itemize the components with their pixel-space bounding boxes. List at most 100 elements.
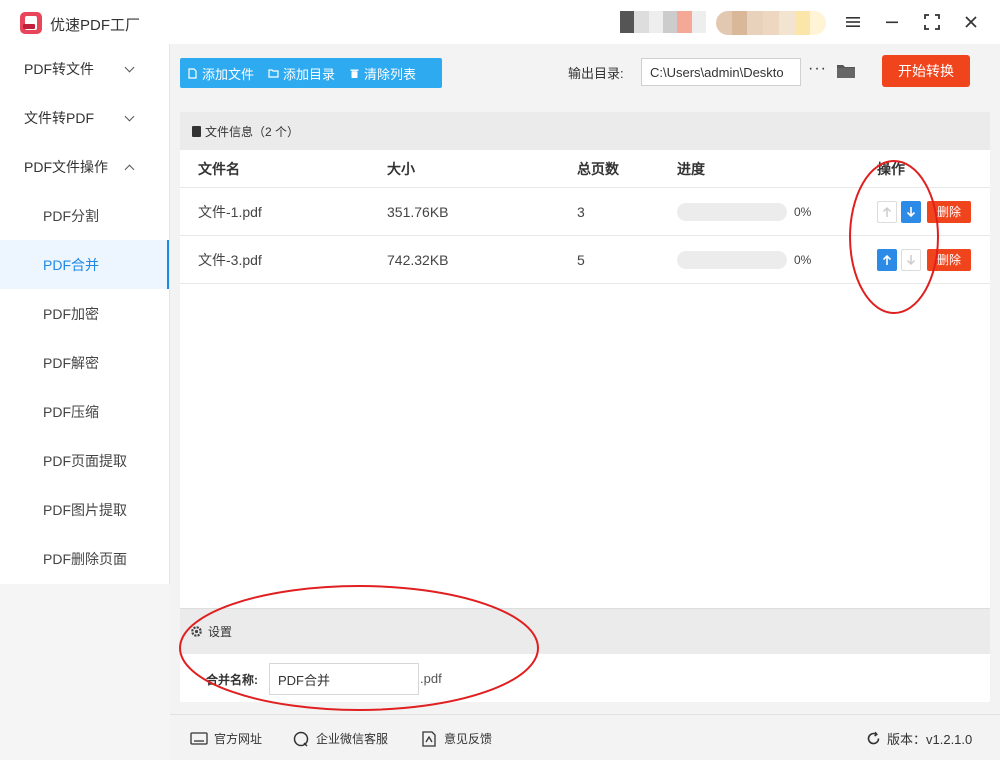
- refresh-icon: [867, 731, 880, 745]
- sidebar-group-pdf-ops[interactable]: PDF文件操作: [0, 142, 169, 191]
- move-down-button[interactable]: [901, 248, 921, 271]
- main-area: 添加文件 添加目录 清除列表 输出目录: ··· 开始转换 文件信息（2 个） …: [170, 44, 1000, 760]
- column-header-pages: 总页数: [577, 160, 619, 177]
- website-icon: [190, 731, 208, 745]
- chat-icon: [293, 731, 309, 747]
- wechat-service-link[interactable]: 企业微信客服: [292, 730, 388, 747]
- sidebar-item-label: PDF页面提取: [43, 452, 127, 469]
- settings-header: 设置: [180, 608, 990, 654]
- clear-list-button[interactable]: 清除列表: [342, 58, 423, 88]
- output-dir-input[interactable]: [641, 58, 801, 86]
- app-logo-icon: [20, 12, 42, 34]
- file-name: 文件-1.pdf: [198, 203, 262, 220]
- chevron-up-icon: [124, 164, 135, 175]
- arrow-down-icon: [906, 206, 916, 217]
- minimize-button[interactable]: [879, 10, 905, 34]
- feedback-icon: [422, 730, 436, 747]
- maximize-button[interactable]: [919, 10, 945, 34]
- sidebar-item-pdf-delete-page[interactable]: PDF删除页面: [0, 534, 169, 583]
- folder-icon[interactable]: [836, 63, 856, 79]
- sidebar-item-pdf-page-extract[interactable]: PDF页面提取: [0, 436, 169, 485]
- output-dir-label: 输出目录:: [568, 66, 624, 81]
- feedback-link[interactable]: 意见反馈: [420, 730, 492, 747]
- sidebar-group-label: 文件转PDF: [24, 109, 94, 126]
- chevron-down-icon: [124, 111, 135, 122]
- merge-extension: .pdf: [420, 671, 442, 686]
- column-header-progress: 进度: [677, 160, 705, 177]
- minimize-icon: [886, 21, 898, 24]
- official-website-label: 官方网址: [214, 732, 263, 746]
- settings-title: 设置: [208, 625, 233, 639]
- sidebar-item-label: PDF图片提取: [43, 501, 127, 518]
- add-file-label: 添加文件: [202, 66, 255, 82]
- progress-text: 0%: [794, 252, 812, 267]
- sidebar-item-label: PDF分割: [43, 207, 99, 224]
- file-name: 文件-3.pdf: [198, 251, 262, 268]
- sidebar-item-label: PDF加密: [43, 305, 99, 322]
- file-size: 742.32KB: [387, 251, 449, 268]
- sidebar-group-file-to-pdf[interactable]: 文件转PDF: [0, 93, 169, 142]
- merge-name-input[interactable]: [269, 663, 419, 695]
- move-down-button[interactable]: [901, 200, 921, 223]
- menu-button[interactable]: [840, 10, 866, 34]
- delete-button[interactable]: 删除: [927, 248, 971, 271]
- add-file-button[interactable]: 添加文件: [180, 58, 261, 88]
- toolbar: 添加文件 添加目录 清除列表: [180, 58, 442, 88]
- arrow-up-icon: [882, 206, 892, 217]
- close-button[interactable]: [958, 10, 984, 34]
- sidebar-item-pdf-image-extract[interactable]: PDF图片提取: [0, 485, 169, 534]
- move-up-button[interactable]: [877, 200, 897, 223]
- arrow-up-icon: [882, 254, 892, 265]
- progress-text: 0%: [794, 204, 812, 219]
- gear-icon: [191, 626, 202, 637]
- column-header-ops: 操作: [877, 160, 905, 177]
- progress-bar: [677, 202, 787, 221]
- user-name[interactable]: [716, 11, 826, 35]
- sidebar-footer-area: [0, 584, 170, 760]
- progress-bar: [677, 250, 787, 269]
- sidebar-group-label: PDF转文件: [24, 60, 94, 77]
- start-convert-button[interactable]: 开始转换: [882, 55, 970, 87]
- file-info-panel: 文件信息（2 个） 文件名 大小 总页数 进度 操作 文件-1.pdf 351.…: [180, 112, 990, 608]
- sidebar-item-pdf-split[interactable]: PDF分割: [0, 191, 169, 240]
- sidebar-group-label: PDF文件操作: [24, 158, 108, 175]
- settings-panel: 设置 合并名称: .pdf: [180, 608, 990, 702]
- add-directory-button[interactable]: 添加目录: [261, 58, 342, 88]
- feedback-label: 意见反馈: [444, 732, 493, 746]
- table-row: 文件-1.pdf 351.76KB 3 0% 删除: [180, 188, 990, 236]
- version-info: 版本：v1.2.1.0: [866, 729, 972, 748]
- delete-button[interactable]: 删除: [927, 200, 971, 223]
- sidebar-item-label: PDF压缩: [43, 403, 99, 420]
- table-header: 文件名 大小 总页数 进度 操作: [180, 150, 990, 188]
- sidebar-item-pdf-merge[interactable]: PDF合并: [0, 240, 169, 289]
- sidebar-item-pdf-encrypt[interactable]: PDF加密: [0, 289, 169, 338]
- sidebar-item-label: PDF解密: [43, 354, 99, 371]
- user-avatar[interactable]: [620, 11, 706, 33]
- trash-icon: [350, 69, 359, 78]
- column-header-name: 文件名: [198, 160, 240, 177]
- wechat-service-label: 企业微信客服: [316, 732, 389, 746]
- file-info-header: 文件信息（2 个）: [180, 112, 990, 150]
- hamburger-menu-icon: [846, 17, 860, 27]
- sidebar-item-label: PDF删除页面: [43, 550, 127, 567]
- browse-more-button[interactable]: ···: [808, 60, 827, 78]
- chevron-down-icon: [124, 62, 135, 73]
- add-directory-label: 添加目录: [283, 66, 336, 82]
- clear-list-label: 清除列表: [364, 66, 417, 82]
- sidebar-item-pdf-compress[interactable]: PDF压缩: [0, 387, 169, 436]
- table-row: 文件-3.pdf 742.32KB 5 0% 删除: [180, 236, 990, 284]
- official-website-link[interactable]: 官方网址: [190, 730, 262, 747]
- version-text: 版本：v1.2.1.0: [887, 732, 973, 747]
- sidebar-item-pdf-decrypt[interactable]: PDF解密: [0, 338, 169, 387]
- file-icon: [188, 67, 197, 79]
- move-up-button[interactable]: [877, 248, 897, 271]
- folder-outline-icon: [268, 68, 279, 78]
- footer: 官方网址 企业微信客服 意见反馈 版本：v1.2.1.0: [170, 714, 1000, 760]
- file-info-title: 文件信息（2 个）: [205, 124, 300, 139]
- file-pages: 5: [577, 251, 585, 268]
- sidebar-group-pdf-to-file[interactable]: PDF转文件: [0, 44, 169, 93]
- close-icon: [965, 16, 977, 28]
- document-icon: [192, 125, 201, 137]
- merge-name-label: 合并名称:: [206, 673, 258, 687]
- sidebar: PDF转文件 文件转PDF PDF文件操作 PDF分割 PDF合并 PDF加密 …: [0, 44, 170, 584]
